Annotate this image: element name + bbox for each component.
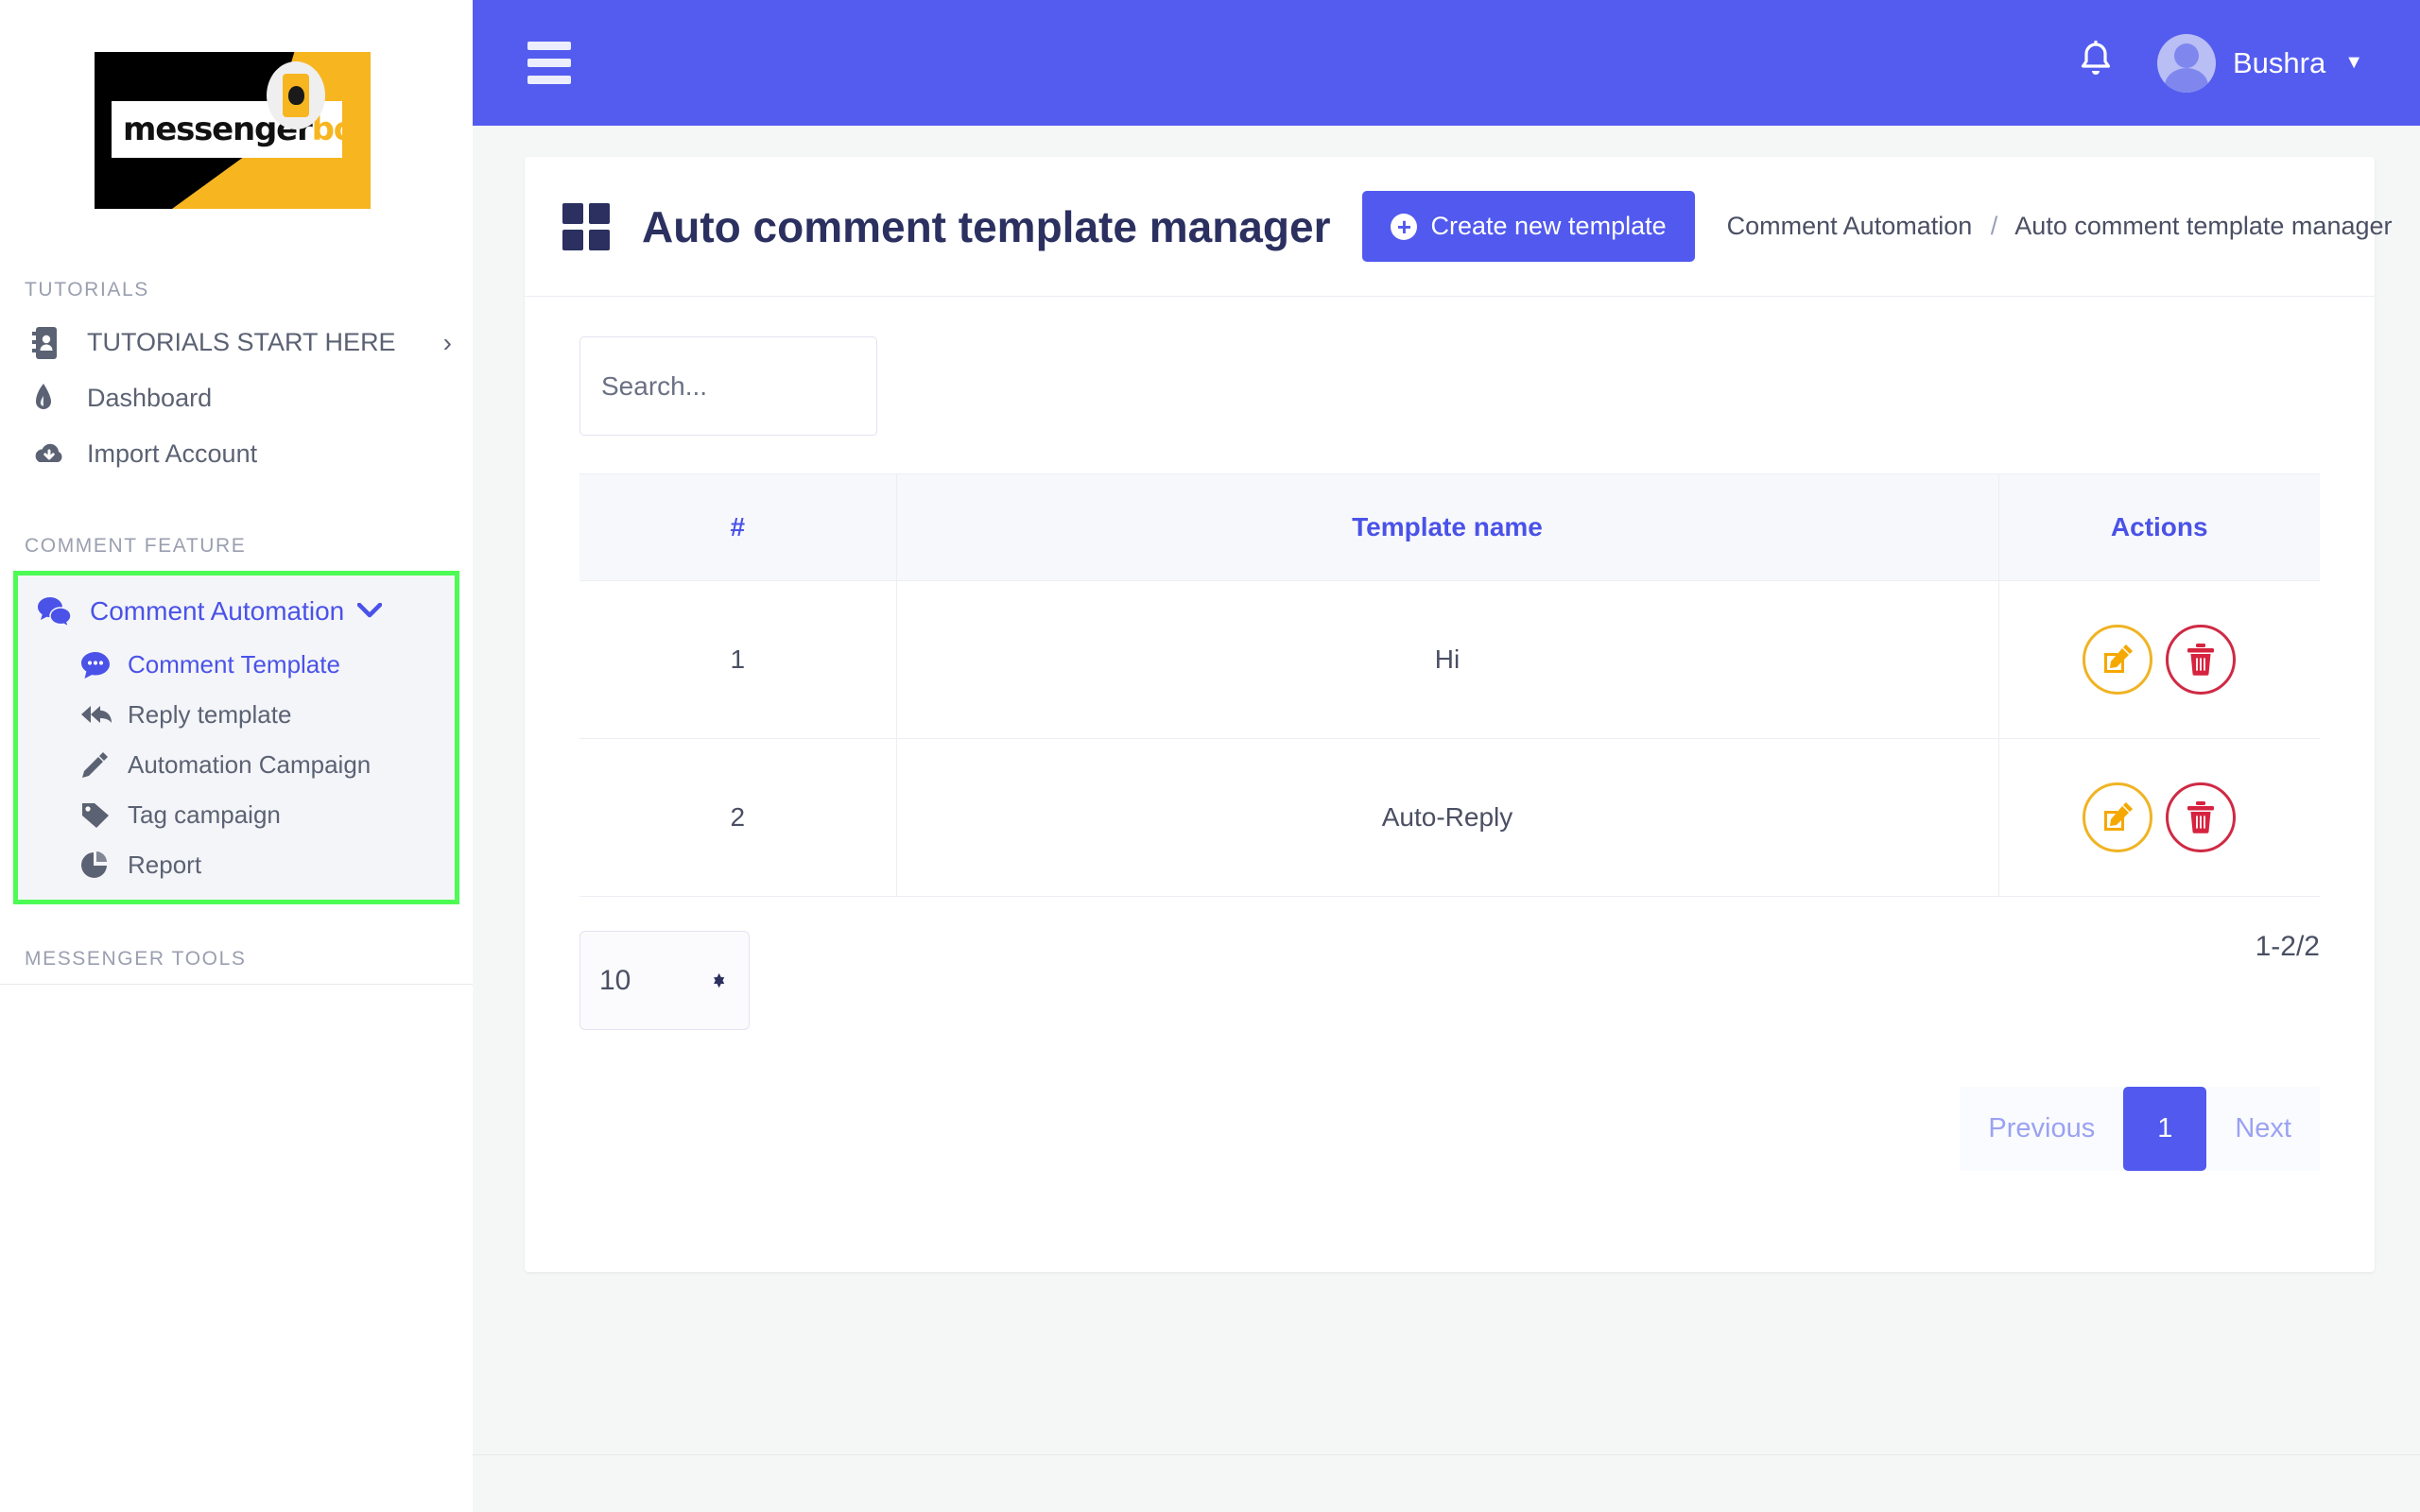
row-template-name: Auto-Reply (896, 739, 1998, 897)
create-button-label: Create new template (1430, 212, 1666, 241)
sidebar-item-label: Report (128, 850, 201, 880)
brand-logo[interactable]: messengerbot (0, 0, 473, 209)
delete-button[interactable] (2166, 625, 2236, 695)
row-index: 2 (579, 739, 896, 897)
sidebar-item-automation-campaign[interactable]: Automation Campaign (18, 740, 455, 790)
sidebar-item-label: Comment Template (128, 650, 340, 679)
chevron-right-icon: › (434, 328, 452, 358)
column-header-template-name: Template name (896, 474, 1998, 581)
bell-icon[interactable] (2078, 41, 2114, 85)
sidebar-section-comment-feature-title: COMMENT FEATURE (0, 535, 473, 558)
comment-automation-highlight-group: Comment Automation Comment Template Repl… (13, 571, 459, 904)
sidebar-item-tag-campaign[interactable]: Tag campaign (18, 790, 455, 840)
sidebar-item-import-account[interactable]: Import Account (0, 426, 473, 482)
table-body: 1 Hi (579, 581, 2320, 897)
table-footer: 10 ▲▼ 1-2/2 (579, 931, 2320, 1030)
user-name-label: Bushra (2233, 46, 2325, 80)
pagination-page-1[interactable]: 1 (2123, 1087, 2206, 1171)
row-index: 1 (579, 581, 896, 739)
per-page-select[interactable]: 10 ▲▼ (579, 931, 750, 1030)
table-header: # Template name Actions (579, 474, 2320, 581)
footer-divider (473, 1454, 2420, 1455)
row-template-name: Hi (896, 581, 1998, 739)
pagination: Previous 1 Next (579, 1087, 2320, 1171)
app-root: messengerbot TUTORIALS TUTORIALS START H… (0, 0, 2420, 1512)
pagination-previous[interactable]: Previous (1960, 1087, 2123, 1171)
card-body: # Template name Actions 1 Hi (525, 297, 2375, 1228)
sidebar-item-label: Reply template (128, 700, 291, 730)
row-actions (1998, 739, 2320, 897)
pagination-next[interactable]: Next (2206, 1087, 2320, 1171)
cloud-download-icon (32, 441, 87, 468)
address-book-icon (32, 327, 87, 359)
sidebar-item-report[interactable]: Report (18, 840, 455, 890)
header-right-controls: Bushra ▼ (2078, 34, 2363, 93)
record-count-label: 1-2/2 (2256, 931, 2320, 963)
per-page-value: 10 (599, 965, 631, 997)
pie-chart-icon (80, 851, 128, 880)
table-header-row: # Template name Actions (579, 474, 2320, 581)
tag-icon (80, 801, 128, 830)
sidebar-section-messenger-tools-title: MESSENGER TOOLS (0, 948, 473, 971)
sidebar-section-tutorials-title: TUTORIALS (0, 279, 473, 301)
sidebar-item-dashboard[interactable]: Dashboard (0, 370, 473, 426)
avatar (2157, 34, 2216, 93)
user-menu[interactable]: Bushra ▼ (2157, 34, 2363, 93)
main-content: Bushra ▼ Auto comment template manager +… (473, 0, 2420, 1512)
sidebar-item-label: Dashboard (87, 380, 452, 417)
sidebar-divider (0, 984, 473, 985)
plus-circle-icon: + (1391, 214, 1417, 240)
delete-button[interactable] (2166, 782, 2236, 852)
reply-all-icon (80, 703, 128, 728)
page-title: Auto comment template manager (642, 201, 1330, 252)
comment-dots-icon (80, 651, 128, 679)
logo-image: messengerbot (95, 52, 371, 209)
sidebar-item-label: Tag campaign (128, 800, 281, 830)
column-header-actions: Actions (1998, 474, 2320, 581)
breadcrumb-current: Auto comment template manager (2014, 212, 2392, 240)
flame-icon (32, 384, 87, 414)
sidebar-item-tutorials-start-here[interactable]: TUTORIALS START HERE › (0, 315, 473, 370)
breadcrumb-separator: / (1991, 212, 1998, 240)
table-row: 2 Auto-Reply (579, 739, 2320, 897)
sidebar-item-label: Import Account (87, 436, 452, 472)
comments-icon (37, 596, 90, 627)
bot-avatar-icon (267, 61, 325, 129)
pen-icon (80, 751, 128, 780)
table-row: 1 Hi (579, 581, 2320, 739)
grid-squares-icon (562, 203, 610, 250)
chevron-down-icon: ▼ (2344, 52, 2363, 74)
create-new-template-button[interactable]: + Create new template (1362, 191, 1694, 262)
search-input[interactable] (579, 336, 877, 436)
templates-table: # Template name Actions 1 Hi (579, 473, 2320, 897)
sidebar-item-comment-template[interactable]: Comment Template (18, 640, 455, 690)
stepper-arrows-icon: ▲▼ (710, 979, 728, 983)
sidebar: messengerbot TUTORIALS TUTORIALS START H… (0, 0, 473, 1512)
hamburger-icon[interactable] (527, 42, 571, 84)
top-header-bar: Bushra ▼ (473, 0, 2420, 126)
logo-text-accent: bot (312, 111, 369, 148)
edit-button[interactable] (2083, 625, 2152, 695)
sidebar-item-label: Automation Campaign (128, 750, 371, 780)
page-header: Auto comment template manager + Create n… (525, 157, 2375, 297)
chevron-down-icon (344, 598, 382, 625)
column-header-index: # (579, 474, 896, 581)
row-actions (1998, 581, 2320, 739)
edit-button[interactable] (2083, 782, 2152, 852)
sidebar-item-label: TUTORIALS START HERE (87, 324, 434, 361)
sidebar-item-comment-automation[interactable]: Comment Automation (18, 583, 455, 640)
content-card: Auto comment template manager + Create n… (525, 157, 2375, 1272)
sidebar-item-reply-template[interactable]: Reply template (18, 690, 455, 740)
breadcrumb: Comment Automation / Auto comment templa… (1727, 212, 2393, 241)
breadcrumb-parent[interactable]: Comment Automation (1727, 212, 1973, 240)
sidebar-item-label: Comment Automation (90, 596, 344, 627)
